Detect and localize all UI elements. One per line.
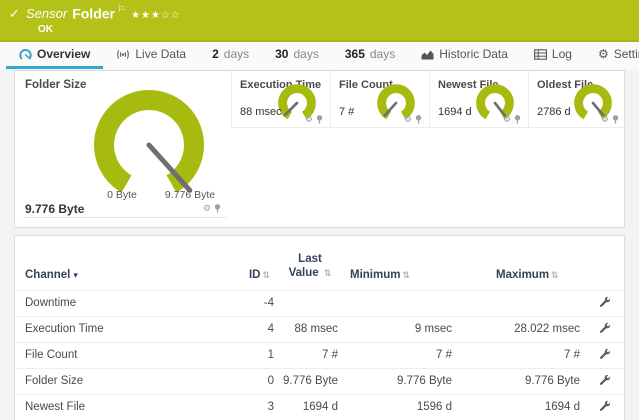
gauge-title: Folder Size <box>25 79 87 91</box>
channel-maximum <box>456 289 584 317</box>
pause-flag-icon[interactable]: ⚐ <box>117 4 125 14</box>
gear-icon[interactable]: ⚙ <box>404 115 412 124</box>
column-header-minimum[interactable]: Minimum ⇅ <box>342 236 456 290</box>
priority-stars[interactable]: ★★★☆☆ <box>131 10 181 21</box>
stars-empty[interactable]: ☆☆ <box>161 10 181 21</box>
channel-id: 4 <box>203 315 278 343</box>
channel-last-value: 88 msec <box>278 315 342 343</box>
tab-365-days[interactable]: 365 days <box>332 42 408 69</box>
pin-icon[interactable] <box>214 204 221 213</box>
channel-minimum: 9.776 Byte <box>342 367 456 395</box>
channel-settings-wrench-icon[interactable] <box>599 348 611 360</box>
gear-icon[interactable]: ⚙ <box>503 115 511 124</box>
channel-minimum: 7 # <box>342 341 456 369</box>
channel-last-value: 7 # <box>278 341 342 369</box>
channel-name: Downtime <box>15 289 203 317</box>
tab-log[interactable]: Log <box>521 42 585 69</box>
channel-id: 3 <box>203 393 278 420</box>
channel-name: Newest File <box>15 393 203 420</box>
channel-last-value: 1694 d <box>278 393 342 420</box>
sort-icon: ⇅ <box>402 269 411 280</box>
channel-minimum: 1596 d <box>342 393 456 420</box>
channel-maximum: 28.022 msec <box>456 315 584 343</box>
channel-settings-wrench-icon[interactable] <box>599 374 611 386</box>
column-header-actions <box>584 236 624 290</box>
gauge-value: 88 msec <box>240 106 282 118</box>
tab-bar: Overview Live Data 2 days 30 days 365 da… <box>0 42 639 69</box>
channel-name: File Count <box>15 341 203 369</box>
channel-gauge-oldest-file: Oldest File 2786 d ⚙ <box>528 71 626 128</box>
channel-id: -4 <box>203 289 278 317</box>
tab-overview[interactable]: Overview <box>6 42 104 69</box>
object-kind-label: Sensor <box>26 6 68 22</box>
tab-settings[interactable]: ⚙ Settings <box>585 42 639 69</box>
gear-icon[interactable]: ⚙ <box>601 115 609 124</box>
historic-data-icon <box>421 49 434 60</box>
channel-table: Channel ▾ ID ⇅ Last Value ⇅ Minimum ⇅ Maxim… <box>15 236 624 420</box>
channel-row: Folder Size 0 9.776 Byte 9.776 Byte 9.77… <box>15 367 624 395</box>
main-gauge-section: Folder Size 0 Byte 9.776 Byte 9.776 Byte… <box>15 71 231 227</box>
tab-2-days[interactable]: 2 days <box>199 42 262 69</box>
column-header-id[interactable]: ID ⇅ <box>203 236 278 290</box>
pin-icon[interactable] <box>316 115 323 124</box>
channel-minimum <box>342 289 456 317</box>
channel-row: Newest File 3 1694 d 1596 d 1694 d <box>15 393 624 420</box>
gauge-icon <box>19 48 32 61</box>
divider <box>23 217 227 218</box>
channel-maximum: 7 # <box>456 341 584 369</box>
pin-icon[interactable] <box>514 115 521 124</box>
gear-icon[interactable]: ⚙ <box>203 204 211 213</box>
gauge-value: 7 # <box>339 106 355 118</box>
tab-live-data[interactable]: Live Data <box>103 42 199 69</box>
overview-gauges-panel: Folder Size 0 Byte 9.776 Byte 9.776 Byte… <box>14 70 626 228</box>
channel-name: Folder Size <box>15 367 203 395</box>
channel-table-panel: Channel ▾ ID ⇅ Last Value ⇅ Minimum ⇅ Maxim… <box>14 235 625 420</box>
channel-settings-wrench-icon[interactable] <box>599 400 611 412</box>
status-ok-check-icon: ✓ <box>9 6 20 21</box>
gauge-scale-max: 9.776 Byte <box>164 189 216 201</box>
gauge-value: 9.776 Byte <box>25 202 85 216</box>
sensor-title: Folder <box>72 5 115 22</box>
channel-gauge-file-count: File Count 7 # ⚙ <box>330 71 429 128</box>
channel-gauge-newest-file: Newest File 1694 d ⚙ <box>429 71 528 128</box>
channel-settings-wrench-icon[interactable] <box>599 296 611 308</box>
column-header-maximum[interactable]: Maximum ⇅ <box>456 236 584 290</box>
sort-icon: ⇅ <box>551 269 559 280</box>
column-header-last-value[interactable]: Last Value ⇅ <box>278 236 342 290</box>
channel-row: Downtime -4 <box>15 289 624 317</box>
live-data-icon <box>116 49 130 60</box>
channel-id: 1 <box>203 341 278 369</box>
channel-row: Execution Time 4 88 msec 9 msec 28.022 m… <box>15 315 624 343</box>
channel-minimum: 9 msec <box>342 315 456 343</box>
gauge-value: 1694 d <box>438 106 472 118</box>
channel-settings-wrench-icon[interactable] <box>599 322 611 334</box>
tab-30-days[interactable]: 30 days <box>262 42 332 69</box>
sensor-header: ✓ Sensor Folder ⚐ ★★★☆☆ OK <box>0 0 639 42</box>
channel-gauge-execution-time: Execution Time 88 msec ⚙ <box>231 71 330 128</box>
pin-icon[interactable] <box>612 115 619 124</box>
column-header-channel[interactable]: Channel ▾ <box>15 236 203 290</box>
channel-id: 0 <box>203 367 278 395</box>
channel-maximum: 9.776 Byte <box>456 367 584 395</box>
channel-row: File Count 1 7 # 7 # 7 # <box>15 341 624 369</box>
table-header-row: Channel ▾ ID ⇅ Last Value ⇅ Minimum ⇅ Maxim… <box>15 236 624 290</box>
sort-desc-icon: ▾ <box>73 269 78 280</box>
sensor-status-badge: OK <box>38 24 53 35</box>
settings-gear-icon: ⚙ <box>597 47 609 61</box>
pin-icon[interactable] <box>415 115 422 124</box>
gauge-value: 2786 d <box>537 106 571 118</box>
gauge-scale-min: 0 Byte <box>107 189 137 201</box>
channel-last-value <box>278 289 342 317</box>
log-icon <box>533 48 547 60</box>
channel-maximum: 1694 d <box>456 393 584 420</box>
tab-historic-data[interactable]: Historic Data <box>408 42 521 69</box>
stars-filled[interactable]: ★★★ <box>131 10 161 21</box>
sort-icon: ⇅ <box>262 269 270 280</box>
channel-name: Execution Time <box>15 315 203 343</box>
sort-icon: ⇅ <box>323 268 332 279</box>
channel-last-value: 9.776 Byte <box>278 367 342 395</box>
gear-icon[interactable]: ⚙ <box>305 115 313 124</box>
